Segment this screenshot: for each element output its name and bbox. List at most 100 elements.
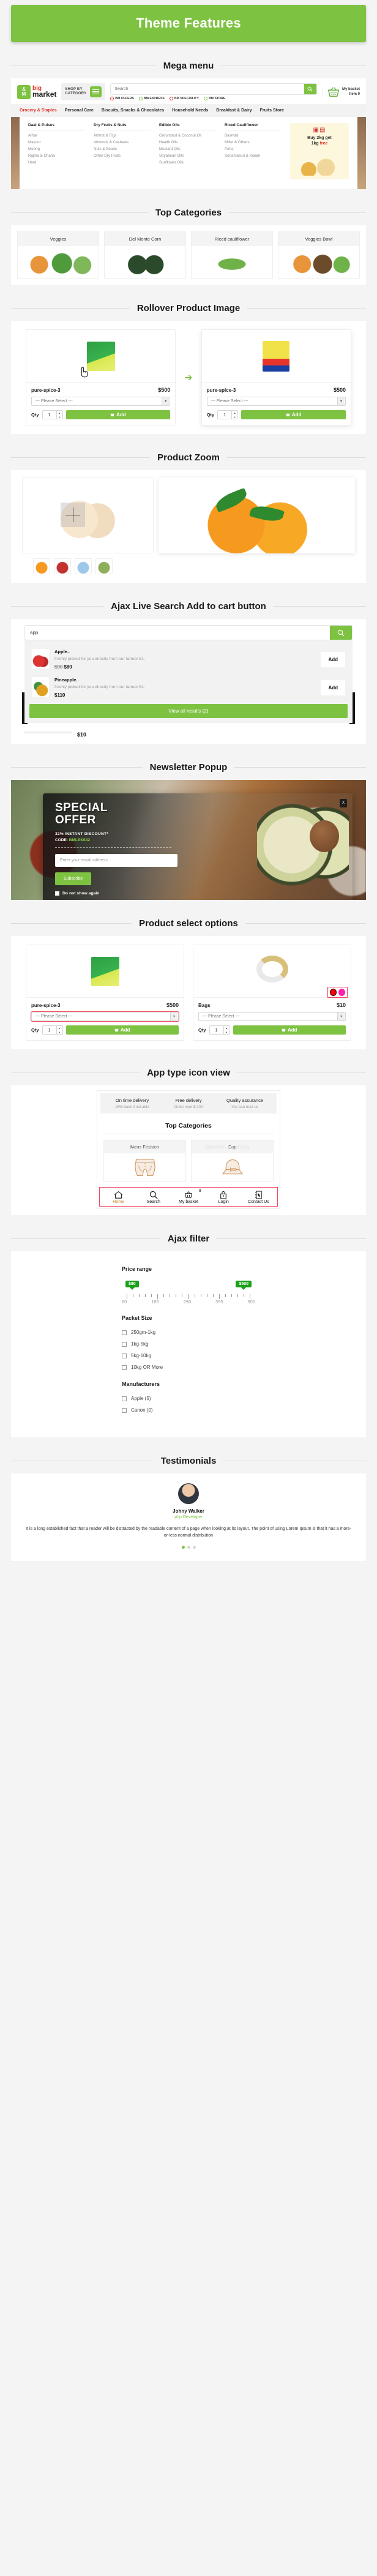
swatch-pink[interactable] — [338, 989, 345, 997]
search-button[interactable] — [304, 84, 316, 94]
add-to-cart-button[interactable]: Add — [65, 410, 171, 420]
search-result-item[interactable]: Pineapple.. freshly picked for you direc… — [29, 673, 348, 702]
stepper-down-icon[interactable]: ▼ — [57, 1030, 62, 1035]
hamburger-icon[interactable] — [90, 86, 102, 97]
category-card-del-monte-corn[interactable]: Del Monte Corn — [104, 231, 186, 279]
nav-item-personal-care[interactable]: Personal Care — [65, 108, 94, 113]
product-card-bags[interactable]: Bags $10 --- Please Select --- ▾ Qty 1 ▲… — [193, 945, 351, 1041]
menu-link[interactable]: Basmati — [225, 133, 282, 138]
menu-link[interactable]: Millet & Others — [225, 140, 282, 144]
app-tab-search[interactable]: Search — [136, 1190, 171, 1204]
checkbox-icon[interactable] — [122, 1396, 127, 1401]
do-not-show-checkbox-row[interactable]: Do not show again — [55, 891, 171, 896]
product-option-select[interactable]: --- Please Select --- ▾ — [198, 1012, 346, 1022]
checkbox-icon[interactable] — [122, 1341, 127, 1347]
product-card-pure-spice[interactable]: pure-spice-3 $500 --- Please Select --- … — [26, 945, 184, 1041]
stepper-arrows[interactable]: ▲ ▼ — [231, 410, 237, 419]
add-to-cart-button[interactable]: Add — [233, 1025, 346, 1035]
menu-link[interactable]: Arhar — [28, 133, 85, 138]
app-tab-contact-us[interactable]: Contact Us — [241, 1190, 276, 1204]
menu-link[interactable]: Sunflower Oils — [159, 160, 216, 165]
subscribe-button[interactable]: Subscribe — [55, 872, 92, 885]
store-badge[interactable]: BM STORE — [203, 97, 225, 100]
menu-link[interactable]: Nuts & Seeds — [94, 147, 151, 151]
store-badge[interactable]: BM EXPRESS — [138, 97, 165, 100]
live-search-input[interactable]: app — [25, 626, 330, 640]
carousel-dot[interactable] — [187, 1545, 190, 1549]
menu-link[interactable]: Moong — [28, 147, 85, 151]
add-to-cart-button[interactable]: Add — [65, 1025, 179, 1035]
checkbox-icon[interactable] — [55, 891, 59, 896]
category-card-veggies[interactable]: Veggies — [17, 231, 99, 279]
stepper-down-icon[interactable]: ▼ — [224, 1030, 230, 1035]
logo[interactable]: & M big market — [17, 84, 56, 99]
stepper-down-icon[interactable]: ▼ — [57, 415, 62, 419]
shop-by-category-button[interactable]: SHOP BY CATEGORY — [61, 83, 106, 100]
live-search-button[interactable] — [330, 626, 352, 640]
thumbnail[interactable] — [33, 558, 50, 575]
result-add-button[interactable]: Add — [321, 680, 345, 695]
store-badge[interactable]: BM OFFERS — [110, 97, 134, 100]
filter-option-packet-size[interactable]: 1kg-5kg — [122, 1341, 255, 1347]
basket-button[interactable]: My basket Item 0 — [321, 86, 360, 97]
checkbox-icon[interactable] — [122, 1330, 127, 1335]
stepper-down-icon[interactable]: ▼ — [232, 415, 237, 419]
add-to-cart-button[interactable]: Add — [241, 410, 346, 420]
stepper-up-icon[interactable]: ▲ — [224, 1026, 230, 1030]
stepper-up-icon[interactable]: ▲ — [57, 411, 62, 415]
menu-link[interactable]: Rajma & Chana — [28, 154, 85, 158]
category-card-riced-cauliflower[interactable]: Riced cauliflower — [191, 231, 273, 279]
email-field[interactable]: Enter your email address — [55, 853, 177, 867]
stepper-arrows[interactable]: ▲ ▼ — [223, 1025, 230, 1035]
menu-link[interactable]: Poha — [225, 147, 282, 151]
search-result-item[interactable]: Apple.. freshly picked for you directly … — [29, 645, 348, 673]
store-badge[interactable]: BM SPECIALITY — [169, 97, 199, 100]
stepper-up-icon[interactable]: ▲ — [57, 1026, 62, 1030]
zoom-lens[interactable] — [61, 503, 85, 528]
filter-option-packet-size[interactable]: 250gm-1kg — [122, 1330, 255, 1335]
stepper-up-icon[interactable]: ▲ — [232, 411, 237, 415]
quantity-stepper[interactable]: 1 ▲ ▼ — [217, 410, 239, 420]
product-option-select[interactable]: --- Please Select --- ▾ — [206, 397, 346, 406]
thumbnail[interactable] — [75, 558, 92, 575]
menu-link[interactable]: Mustard Oils — [159, 147, 216, 151]
filter-option-manufacturer[interactable]: Apple (5) — [122, 1396, 255, 1401]
thumbnail[interactable] — [54, 558, 71, 575]
checkbox-icon[interactable] — [122, 1365, 127, 1370]
menu-link[interactable]: Akhrot & Figs — [94, 133, 151, 138]
nav-item-biscuits[interactable]: Biscuits, Snacks & Chocolates — [102, 108, 164, 113]
menu-link[interactable]: Urad — [28, 160, 85, 165]
product-option-select[interactable]: --- Please Select --- ▾ — [31, 397, 171, 406]
checkbox-icon[interactable] — [122, 1407, 127, 1413]
filter-option-manufacturer[interactable]: Canon (0) — [122, 1407, 255, 1413]
product-option-select[interactable]: --- Please Select --- ▾ — [31, 1011, 179, 1022]
carousel-dot-active[interactable] — [181, 1545, 185, 1549]
quantity-stepper[interactable]: 1 ▲ ▼ — [42, 1025, 63, 1035]
nav-item-grocery[interactable]: Grocery & Staples — [20, 108, 57, 113]
nav-item-household[interactable]: Household Needs — [172, 108, 208, 113]
carousel-dot[interactable] — [192, 1545, 196, 1549]
quantity-stepper[interactable]: 1 ▲ ▼ — [209, 1025, 230, 1035]
product-card-before[interactable]: pure-spice-3 $500 --- Please Select --- … — [26, 329, 176, 426]
view-all-results-button[interactable]: View all results (2) — [29, 704, 348, 719]
menu-link[interactable]: Other Dry Fruits — [94, 154, 151, 158]
checkbox-icon[interactable] — [122, 1353, 127, 1358]
search-input[interactable] — [111, 84, 304, 94]
stepper-arrows[interactable]: ▲ ▼ — [56, 1025, 62, 1035]
quantity-stepper[interactable]: 1 ▲ ▼ — [42, 410, 63, 420]
thumbnail[interactable] — [95, 558, 113, 575]
menu-promo-banner[interactable]: ▣▤ Buy 2kg get 1kg free — [290, 123, 349, 180]
result-add-button[interactable]: Add — [321, 651, 345, 667]
app-tab-my-basket[interactable]: 0 My basket — [171, 1189, 206, 1204]
menu-link[interactable]: Sonamasuri & Kolam — [225, 154, 282, 158]
filter-option-packet-size[interactable]: 10kg OR More — [122, 1365, 255, 1370]
app-tab-login[interactable]: Login — [206, 1190, 241, 1204]
menu-link[interactable]: Masoor — [28, 140, 85, 144]
menu-link[interactable]: Soyabean Oils — [159, 154, 216, 158]
product-card-hover[interactable]: pure-spice-3 $500 --- Please Select --- … — [201, 329, 351, 426]
menu-link[interactable]: Health Oils — [159, 140, 216, 144]
close-icon[interactable]: X — [340, 799, 347, 808]
menu-link[interactable]: Almonds & Cashews — [94, 140, 151, 144]
category-card-veggies-bowl[interactable]: Veggies Bowl — [278, 231, 360, 279]
menu-link[interactable]: Groundnut & Coconut Oil — [159, 133, 216, 138]
